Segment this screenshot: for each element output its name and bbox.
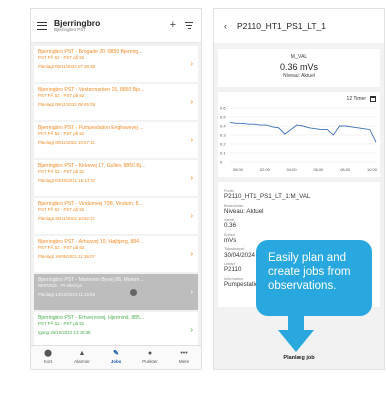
- value-reading: 0.36 mVs: [279, 62, 319, 72]
- header-title-block: Bjerringbro Bjerringbro PST: [54, 17, 162, 33]
- jobs-screen: Bjerringbro Bjerringbro PST + Bjerringbr…: [30, 8, 202, 370]
- filter-icon[interactable]: [185, 22, 193, 29]
- job-list-item[interactable]: Bjerringbro PST - Erhvervsvej, Hjermind,…: [34, 312, 198, 348]
- y-tick-label: 0: [220, 160, 223, 165]
- chevron-right-icon: ›: [190, 211, 193, 220]
- value-card: M_VAL 0.36 mVs Niveau: Aktuel: [218, 49, 380, 87]
- job-line2: SERVICE - PI eftersyn: [38, 283, 83, 289]
- plan-job-button[interactable]: Planlæg job: [214, 355, 384, 361]
- job-list-item[interactable]: Bjerringbro PST - Pumpestation Enghaveve…: [34, 122, 198, 158]
- page: Bjerringbro Bjerringbro PST + Bjerringbr…: [0, 0, 386, 396]
- job-list-item[interactable]: Bjerringbro PST - Vestermarken 15, 8850 …: [34, 84, 198, 120]
- page-subtitle: Bjerringbro PST: [54, 27, 87, 32]
- value-label: M_VAL: [290, 54, 308, 60]
- range-label: 12 Timer: [346, 96, 366, 102]
- page-title: Bjerringbro: [54, 17, 101, 28]
- range-selector[interactable]: 12 Timer: [347, 96, 376, 102]
- nav-kort[interactable]: ⬤ Kort: [31, 346, 65, 369]
- back-chevron-icon[interactable]: ‹: [224, 21, 227, 31]
- series-line: [229, 121, 377, 143]
- job-line2: PST PÅ 52 - PST på 52: [38, 207, 85, 213]
- y-tick-label: 0.5: [220, 115, 226, 120]
- job-list-item[interactable]: Bjerringbro PST - Brogade 20, 8850 Bjerr…: [34, 46, 198, 82]
- chevron-right-icon: ›: [190, 325, 193, 334]
- chevron-right-icon: ›: [190, 59, 193, 68]
- nav-label: Mere: [178, 359, 190, 364]
- field-value: P2110_HT1_PS1_LT_1:M_VAL: [224, 193, 311, 201]
- nav-label: Kort: [43, 359, 53, 364]
- x-tick-label: 08:00: [340, 167, 351, 172]
- y-tick-label: 0.2: [220, 142, 226, 147]
- nav-punkter[interactable]: ● Punkter: [133, 346, 167, 369]
- x-tick-label: 02:00: [260, 167, 271, 172]
- job-list-item[interactable]: Bjerringbro PST - Kirkevej 17, Gullev, 8…: [34, 160, 198, 196]
- nav-label: Punkter: [142, 359, 158, 364]
- y-tick-label: 0.6: [220, 106, 226, 111]
- bottom-nav: ⬤ Kort ▲ Alarmer ✎ Jobs ● Punkter ••• Mere: [31, 345, 201, 369]
- feature-callout: Easily plan and create jobs from observa…: [256, 240, 372, 316]
- chevron-right-icon: ›: [190, 173, 193, 182]
- job-line3: Planlagt 09/11/2022 07:38:35: [38, 63, 96, 69]
- job-line2: PST PÅ 52 - PST på 52: [38, 321, 85, 327]
- nav-alarmer[interactable]: ▲ Alarmer: [65, 346, 99, 369]
- x-tick-label: 04:00: [287, 167, 298, 172]
- job-list-item[interactable]: Bjerringbro PST - Århusvej 19, Højbjerg,…: [34, 236, 198, 272]
- nav-mere[interactable]: ••• Mere: [167, 346, 201, 369]
- chevron-right-icon: ›: [190, 249, 193, 258]
- y-tick-label: 0.3: [220, 133, 226, 138]
- y-tick-label: 0.1: [220, 151, 226, 156]
- y-tick-label: 0.4: [220, 124, 226, 129]
- calendar-icon[interactable]: [370, 96, 376, 102]
- chevron-right-icon: ›: [190, 287, 193, 296]
- map-pin-icon: ⬤: [44, 350, 52, 357]
- job-line3: Planlagt 03/10/2021 15:14:37: [38, 177, 96, 183]
- job-line2: PST PÅ 52 - PST på 52: [38, 131, 85, 137]
- wrench-icon: ✎: [113, 350, 119, 357]
- chevron-right-icon: ›: [190, 135, 193, 144]
- jobs-header: Bjerringbro Bjerringbro PST +: [31, 9, 201, 43]
- menu-icon[interactable]: [37, 21, 47, 30]
- detail-header: ‹ P2110_HT1_PS1_LT_1: [214, 9, 384, 43]
- chevron-right-icon: ›: [190, 97, 193, 106]
- touch-indicator-icon: [130, 289, 137, 296]
- field-value: 0.36: [224, 222, 237, 230]
- job-line2: PST PÅ 52 - PST på 52: [38, 93, 85, 99]
- job-list-item[interactable]: Bjerringbro PST - Mammen Byvej 86, Mamm.…: [34, 274, 198, 310]
- line-chart: 0.6 0.5 0.4 0.3 0.2 0.1 0 08:00 02:00 04:00 06:00 0…: [220, 106, 378, 173]
- x-tick-label: 08:00: [233, 167, 244, 172]
- nav-jobs[interactable]: ✎ Jobs: [99, 346, 133, 369]
- job-list-item[interactable]: Bjerringbro PST - Vindumvej 70B, Vindum,…: [34, 198, 198, 234]
- job-line2: PST PÅ 52 - PST på 52: [38, 55, 85, 61]
- nav-label: Jobs: [110, 359, 122, 364]
- job-line3: Planlagt 28/11/2022 10:52:21: [38, 215, 96, 221]
- callout-arrow-icon: [278, 312, 314, 352]
- job-line2: PST PÅ 52 - PST på 52: [38, 169, 85, 175]
- point-icon: ●: [147, 350, 153, 357]
- job-line3: Igang 25/10/2022 13:39:38: [38, 329, 91, 335]
- job-line3: Planlagt 16/06/2021 11:36:07: [38, 253, 96, 259]
- detail-title: P2110_HT1_PS1_LT_1: [237, 21, 326, 31]
- job-list: Bjerringbro PST - Brogade 20, 8850 Bjerr…: [31, 43, 201, 369]
- field-value: Niveau: Aktuel: [224, 207, 264, 215]
- nav-label: Alarmer: [74, 359, 90, 364]
- x-tick-label: 10:00: [367, 167, 378, 172]
- bell-icon: ▲: [78, 350, 86, 357]
- job-line3: Planlagt 09/11/2022 08:45:05: [38, 101, 96, 107]
- add-button[interactable]: +: [170, 20, 176, 31]
- x-tick-label: 06:00: [313, 167, 324, 172]
- job-line2: PST PÅ 52 - PST på 52: [38, 245, 85, 251]
- value-level: Niveau: Aktuel: [283, 73, 315, 79]
- job-line3: Planlagt 14/12/2023 11:15:55: [38, 291, 96, 297]
- chart-card: 12 Timer 0.6 0.5 0.4 0.3 0.2 0.1 0 08:00 02:00 04…: [218, 92, 380, 177]
- job-line3: Planlagt 08/11/2022 10:07:11: [38, 139, 95, 145]
- more-icon: •••: [180, 350, 188, 357]
